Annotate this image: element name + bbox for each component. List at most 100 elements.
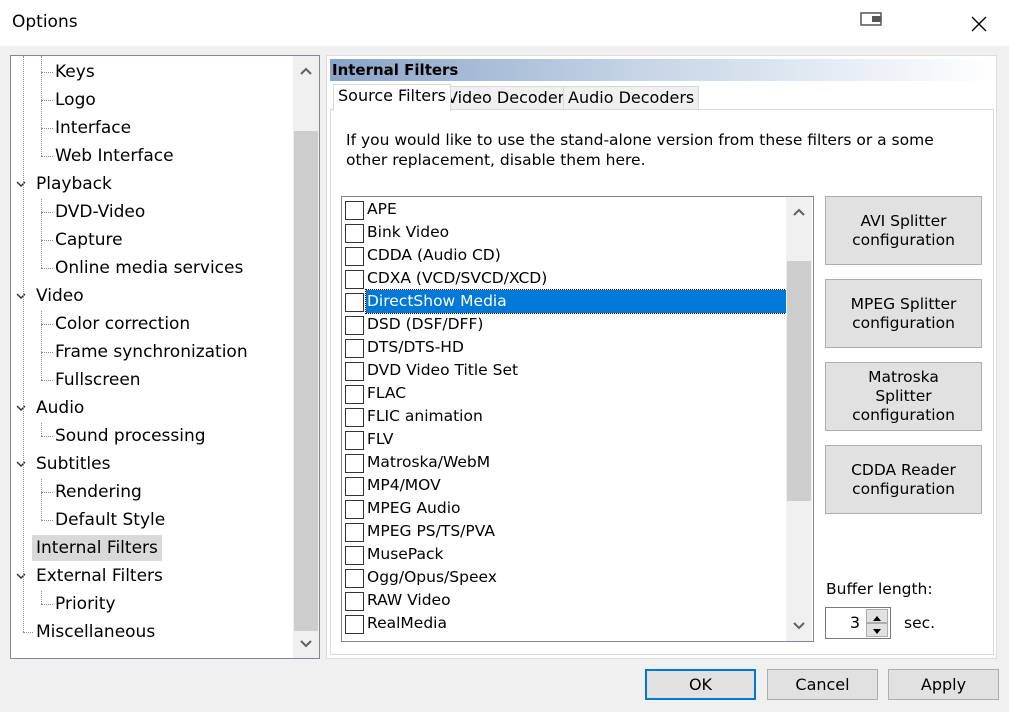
tree-item[interactable]: Internal Filters: [32, 535, 162, 561]
filter-list-item[interactable]: DTS/DTS-HD: [344, 336, 786, 359]
expand-chevron-icon[interactable]: [15, 570, 27, 582]
tree-item[interactable]: Frame synchronization: [51, 339, 252, 365]
tree-item[interactable]: Sound processing: [51, 423, 210, 449]
cdda-reader-config-button[interactable]: CDDA Reader configuration: [825, 445, 982, 514]
tree-item-label: Capture: [55, 230, 123, 250]
filter-list-item[interactable]: FLIC animation: [344, 405, 786, 428]
tree-item[interactable]: Web Interface: [51, 143, 178, 169]
scroll-up-arrow-icon[interactable]: [293, 58, 319, 84]
filter-checkbox[interactable]: [345, 431, 364, 450]
scroll-down-arrow-icon[interactable]: [786, 613, 812, 639]
filter-checkbox[interactable]: [345, 569, 364, 588]
expand-chevron-icon[interactable]: [15, 178, 27, 190]
filter-checkbox[interactable]: [345, 339, 364, 358]
tree-connector: [41, 56, 42, 156]
filter-checkbox[interactable]: [345, 316, 364, 335]
tree-connector: [41, 311, 42, 380]
filter-list-item[interactable]: CDXA (VCD/SVCD/XCD): [344, 267, 786, 290]
filter-list-item[interactable]: Ogg/Opus/Speex: [344, 566, 786, 589]
filters-scrollbar[interactable]: [786, 197, 812, 641]
tree-scrollbar[interactable]: [293, 56, 319, 658]
filter-list-item[interactable]: APE: [344, 198, 786, 221]
filter-checkbox[interactable]: [345, 385, 364, 404]
tree-item[interactable]: Audio: [16, 395, 88, 421]
scroll-up-arrow-icon[interactable]: [786, 199, 812, 225]
filter-checkbox[interactable]: [345, 454, 364, 473]
tree-item[interactable]: Keys: [51, 59, 99, 85]
apply-button[interactable]: Apply: [888, 669, 999, 700]
buffer-length-value[interactable]: 3: [826, 608, 862, 638]
filter-list-item[interactable]: FLAC: [344, 382, 786, 405]
filter-list-item[interactable]: MP4/MOV: [344, 474, 786, 497]
window-restore-icon[interactable]: [860, 11, 884, 27]
buffer-length-spinner[interactable]: 3: [825, 607, 891, 639]
tree-item[interactable]: Subtitles: [16, 451, 114, 477]
filter-list-item[interactable]: MPEG Audio: [344, 497, 786, 520]
filter-checkbox[interactable]: [345, 224, 364, 243]
filter-checkbox[interactable]: [345, 615, 364, 634]
expand-chevron-icon[interactable]: [15, 458, 27, 470]
source-filters-list[interactable]: APE Bink Video CDDA (Audio CD) CDXA (VCD/SV…: [341, 196, 814, 642]
filters-scroll-thumb[interactable]: [787, 261, 811, 501]
filter-list-item[interactable]: FLV: [344, 428, 786, 451]
filter-checkbox[interactable]: [345, 523, 364, 542]
close-icon[interactable]: [965, 10, 993, 38]
filter-checkbox[interactable]: [345, 270, 364, 289]
tree-item[interactable]: External Filters: [16, 563, 167, 589]
expand-chevron-icon[interactable]: [15, 402, 27, 414]
filter-list-item[interactable]: DSD (DSF/DFF): [344, 313, 786, 336]
mpeg-splitter-config-button[interactable]: MPEG Splitter configuration: [825, 279, 982, 348]
filter-list-item[interactable]: CDDA (Audio CD): [344, 244, 786, 267]
matroska-splitter-config-button[interactable]: Matroska Splitter configuration: [825, 362, 982, 431]
tree-item[interactable]: Interface: [51, 115, 135, 141]
filter-checkbox[interactable]: [345, 293, 364, 312]
tree-item[interactable]: Miscellaneous: [32, 619, 159, 645]
expand-chevron-icon[interactable]: [15, 290, 27, 302]
filter-checkbox[interactable]: [345, 201, 364, 220]
filter-checkbox[interactable]: [345, 247, 364, 266]
filter-list-item[interactable]: MusePack: [344, 543, 786, 566]
tree-item[interactable]: Fullscreen: [51, 367, 145, 393]
tree-item[interactable]: Priority: [51, 591, 120, 617]
filter-checkbox[interactable]: [345, 500, 364, 519]
filter-label: FLIC animation: [367, 407, 483, 425]
ok-button[interactable]: OK: [645, 669, 756, 700]
filter-checkbox[interactable]: [345, 362, 364, 381]
tree-item[interactable]: Playback: [16, 171, 116, 197]
avi-splitter-config-label: AVI Splitter configuration: [852, 211, 955, 249]
filter-list-item[interactable]: DVD Video Title Set: [344, 359, 786, 382]
filter-label: CDDA (Audio CD): [367, 246, 501, 264]
filter-checkbox[interactable]: [345, 546, 364, 565]
filter-checkbox[interactable]: [345, 477, 364, 496]
filter-list-item[interactable]: MPEG PS/TS/PVA: [344, 520, 786, 543]
filter-checkbox[interactable]: [345, 408, 364, 427]
tree-item-label: Priority: [55, 594, 116, 614]
filter-list-item[interactable]: RealMedia: [344, 612, 786, 635]
tab-video-decoders[interactable]: Video Decoders: [442, 86, 578, 110]
tree-item[interactable]: DVD-Video: [51, 199, 149, 225]
options-tree[interactable]: Keys Logo Interface Web Interface Playback DV…: [10, 55, 320, 659]
tree-item[interactable]: Capture: [51, 227, 127, 253]
tree-item[interactable]: Logo: [51, 87, 100, 113]
filter-checkbox[interactable]: [345, 592, 364, 611]
avi-splitter-config-button[interactable]: AVI Splitter configuration: [825, 196, 982, 265]
filter-list-item[interactable]: Matroska/WebM: [344, 451, 786, 474]
tree-item[interactable]: Rendering: [51, 479, 146, 505]
filter-list-item[interactable]: DirectShow Media: [344, 289, 787, 314]
tree-item-label: Web Interface: [55, 146, 174, 166]
tree-connector: [41, 199, 42, 268]
filter-list-item[interactable]: RAW Video: [344, 589, 786, 612]
tree-scroll-thumb[interactable]: [294, 131, 318, 631]
cancel-button[interactable]: Cancel: [767, 669, 878, 700]
filter-list-item[interactable]: Bink Video: [344, 221, 786, 244]
tree-item[interactable]: Video: [16, 283, 88, 309]
tree-item-label: Rendering: [55, 482, 142, 502]
spin-up-button[interactable]: [866, 609, 888, 623]
tree-item[interactable]: Online media services: [51, 255, 247, 281]
tree-item[interactable]: Color correction: [51, 311, 194, 337]
scroll-down-arrow-icon[interactable]: [293, 631, 319, 657]
spin-down-button[interactable]: [866, 623, 888, 637]
tree-item[interactable]: Default Style: [51, 507, 169, 533]
tab-audio-decoders[interactable]: Audio Decoders: [563, 86, 700, 110]
tab-source-filters[interactable]: Source Filters: [333, 84, 451, 111]
